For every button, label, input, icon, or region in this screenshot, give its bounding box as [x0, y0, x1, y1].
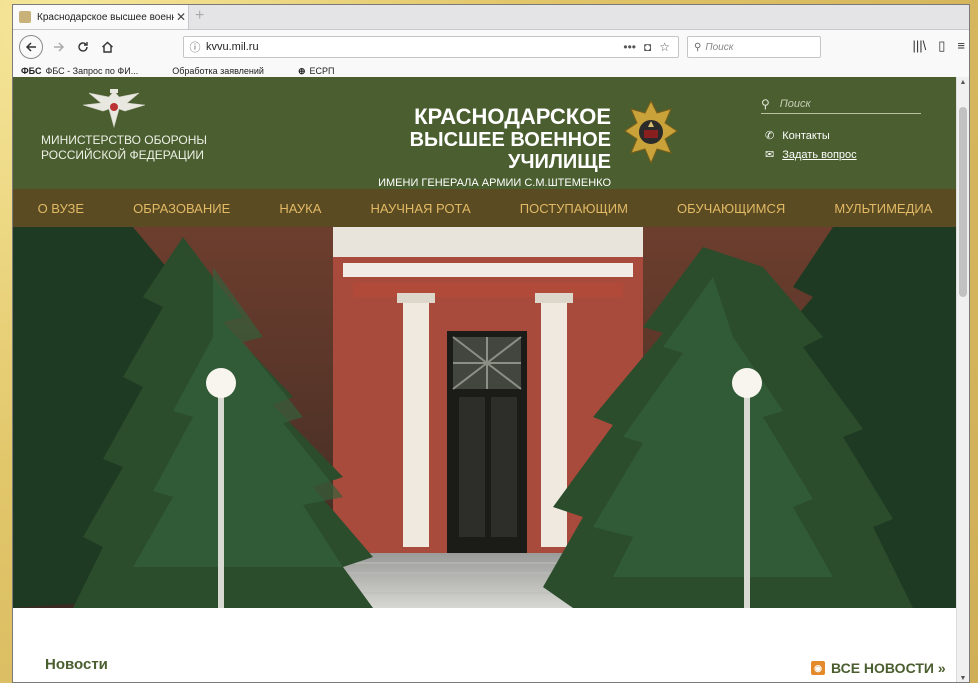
info-icon[interactable]: ⓘ [184, 39, 206, 55]
college-title[interactable]: КРАСНОДАРСКОЕ ВЫСШЕЕ ВОЕННОЕ УЧИЛИЩЕ ИМЕ… [333, 104, 611, 190]
all-news-link[interactable]: ◉ ВСЕ НОВОСТИ » [811, 660, 946, 676]
news-section: Новости ◉ ВСЕ НОВОСТИ » [13, 608, 957, 682]
forward-button[interactable] [47, 35, 71, 59]
reload-button[interactable] [71, 35, 95, 59]
menu-item-applicants[interactable]: ПОСТУПАЮЩИМ [520, 201, 628, 216]
bookmark-label: ФБС - Запрос по ФИ... [45, 66, 139, 76]
page-actions-icon[interactable]: ••• [623, 40, 636, 54]
bookmark-item-applications[interactable]: Обработка заявлений [172, 66, 264, 76]
favicon-icon [19, 11, 31, 23]
menu-item-students[interactable]: ОБУЧАЮЩИМСЯ [677, 201, 785, 216]
tab-strip: Краснодарское высшее военн ✕ + [13, 5, 969, 30]
sidebar-icon[interactable]: ▯ [938, 38, 945, 54]
tab-title: Краснодарское высшее военн [37, 11, 174, 23]
college-emblem-icon [624, 99, 678, 165]
menu-item-education[interactable]: ОБРАЗОВАНИЕ [133, 201, 230, 216]
browser-search-input[interactable]: ⚲ Поиск [687, 36, 821, 58]
news-heading: Новости [45, 656, 108, 673]
navigation-bar: ⓘ kvvu.mil.ru ••• ◘ ☆ ⚲ Поиск |||\ ▯ ≡ [13, 30, 969, 64]
college-line-1: КРАСНОДАРСКОЕ [414, 104, 611, 129]
college-line-2: ВЫСШЕЕ ВОЕННОЕ УЧИЛИЩЕ [409, 129, 611, 173]
pocket-icon[interactable]: ◘ [644, 40, 651, 54]
bookmark-label: ЕСРП [309, 66, 335, 76]
bookmark-label: Обработка заявлений [172, 66, 264, 76]
eagle-emblem-icon[interactable] [79, 83, 149, 133]
forward-arrow-icon [54, 42, 65, 52]
search-icon: ⚲ [694, 41, 702, 53]
new-tab-button[interactable]: + [195, 7, 204, 25]
rss-icon: ◉ [811, 661, 825, 675]
toolbar-right: |||\ ▯ ≡ [913, 38, 966, 54]
globe-icon: ⊕ [297, 65, 306, 76]
site-search-input[interactable]: ⚲ Поиск [761, 97, 921, 114]
bookmark-fbs-icon: ФБС [21, 66, 42, 76]
contacts-link[interactable]: ✆ Контакты [765, 129, 857, 143]
url-text[interactable]: kvvu.mil.ru [206, 41, 623, 53]
menu-item-science-company[interactable]: НАУЧНАЯ РОТА [371, 201, 471, 216]
ministry-line-2: РОССИЙСКОЙ ФЕДЕРАЦИИ [41, 148, 205, 162]
contacts-label: Контакты [782, 129, 830, 142]
scroll-up-icon[interactable]: ▲ [957, 79, 969, 86]
scrollbar-thumb[interactable] [959, 107, 967, 297]
home-icon [101, 41, 113, 53]
menu-item-about[interactable]: О ВУЗЕ [38, 201, 84, 216]
tab-close-icon[interactable]: ✕ [174, 10, 188, 24]
menu-item-science[interactable]: НАУКА [279, 201, 321, 216]
bookmark-star-icon[interactable]: ☆ [659, 40, 670, 54]
hero-image [13, 227, 957, 608]
browser-search-placeholder: Поиск [705, 41, 734, 53]
site-header: МИНИСТЕРСТВО ОБОРОНЫ РОССИЙСКОЙ ФЕДЕРАЦИ… [13, 77, 957, 189]
hamburger-menu-icon[interactable]: ≡ [957, 38, 965, 54]
scroll-down-icon[interactable]: ▼ [957, 675, 969, 682]
reload-icon [78, 42, 88, 52]
phone-icon: ✆ [765, 130, 775, 142]
mail-icon: ✉ [765, 149, 775, 161]
ministry-line-1: МИНИСТЕРСТВО ОБОРОНЫ [41, 133, 208, 147]
browser-window: Краснодарское высшее военн ✕ + ⓘ kvvu.mi… [12, 4, 970, 683]
all-news-label: ВСЕ НОВОСТИ » [831, 660, 946, 676]
home-button[interactable] [95, 35, 119, 59]
web-page: МИНИСТЕРСТВО ОБОРОНЫ РОССИЙСКОЙ ФЕДЕРАЦИ… [13, 77, 957, 682]
ask-question-label: Задать вопрос [782, 148, 857, 161]
menu-item-multimedia[interactable]: МУЛЬТИМЕДИА [834, 201, 932, 216]
back-button[interactable] [19, 35, 43, 59]
bookmark-item-esrp[interactable]: ⊕ ЕСРП [298, 66, 335, 77]
college-line-3: ИМЕНИ ГЕНЕРАЛА АРМИИ С.М.ШТЕМЕНКО [378, 177, 611, 189]
header-links: ✆ Контакты ✉ Задать вопрос [765, 129, 857, 167]
browser-tab[interactable]: Краснодарское высшее военн ✕ [13, 5, 189, 29]
ask-question-link[interactable]: ✉ Задать вопрос [765, 148, 857, 162]
ministry-title[interactable]: МИНИСТЕРСТВО ОБОРОНЫ РОССИЙСКОЙ ФЕДЕРАЦИ… [41, 133, 207, 163]
site-search-placeholder: Поиск [779, 98, 811, 110]
url-bar[interactable]: ⓘ kvvu.mil.ru ••• ◘ ☆ [183, 36, 679, 58]
search-icon: ⚲ [761, 97, 770, 111]
back-arrow-icon [25, 42, 36, 52]
main-menu: О ВУЗЕ ОБРАЗОВАНИЕ НАУКА НАУЧНАЯ РОТА ПО… [13, 189, 957, 227]
page-scrollbar[interactable]: ▲ ▼ [956, 77, 969, 682]
bookmark-item-fbs[interactable]: ФБС ФБС - Запрос по ФИ... [21, 66, 138, 76]
library-icon[interactable]: |||\ [913, 38, 927, 54]
